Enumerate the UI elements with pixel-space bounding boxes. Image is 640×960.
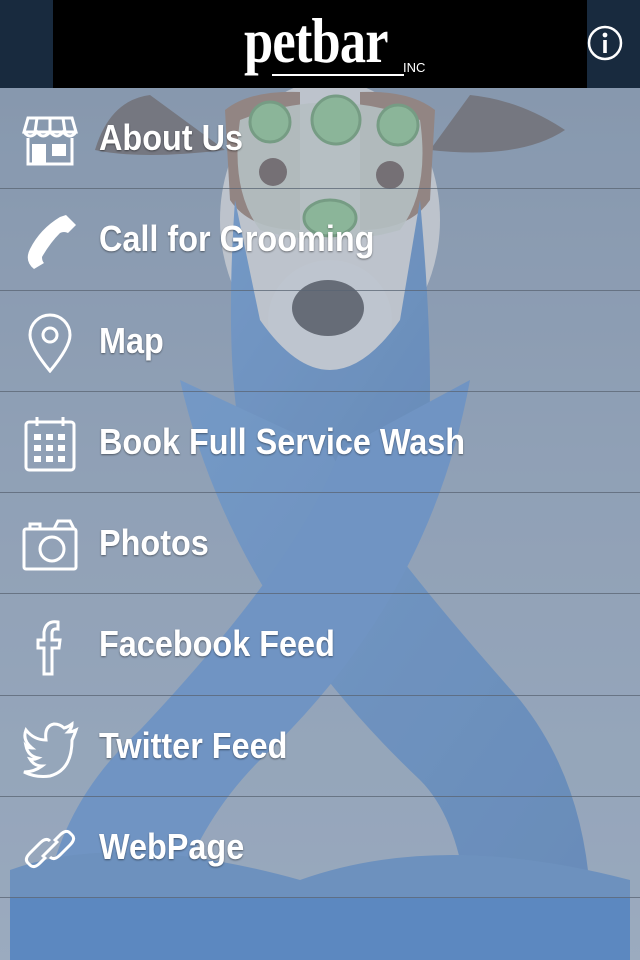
menu-item-label: Photos bbox=[99, 522, 209, 564]
logo-suffix: INC bbox=[403, 60, 426, 75]
calendar-icon bbox=[20, 414, 80, 474]
map-pin-icon bbox=[20, 313, 80, 373]
camera-icon bbox=[20, 515, 80, 575]
menu-item-facebook-feed[interactable]: Facebook Feed bbox=[0, 594, 640, 696]
logo-text: petbar bbox=[244, 5, 389, 76]
facebook-icon bbox=[20, 616, 80, 676]
header-left-panel bbox=[0, 0, 53, 88]
menu-item-call-for-grooming[interactable]: Call for Grooming bbox=[0, 189, 640, 291]
menu-item-about-us[interactable]: About Us bbox=[0, 88, 640, 190]
petbar-logo: petbar INC bbox=[244, 6, 434, 82]
menu-item-label: Twitter Feed bbox=[99, 724, 288, 766]
twitter-icon bbox=[20, 718, 80, 778]
logo-underline bbox=[272, 74, 404, 76]
menu-item-twitter-feed[interactable]: Twitter Feed bbox=[0, 695, 640, 798]
phone-icon bbox=[20, 211, 80, 271]
menu-item-book-full-service-wash[interactable]: Book Full Service Wash bbox=[0, 391, 640, 494]
menu-item-label: Call for Grooming bbox=[99, 218, 375, 260]
menu-item-label: WebPage bbox=[99, 826, 245, 868]
menu-item-label: Map bbox=[99, 319, 164, 361]
storefront-icon bbox=[20, 110, 80, 170]
info-circle-icon bbox=[587, 25, 623, 61]
menu-item-label: Facebook Feed bbox=[99, 623, 335, 665]
menu-item-photos[interactable]: Photos bbox=[0, 493, 640, 595]
menu-item-map[interactable]: Map bbox=[0, 290, 640, 392]
menu-item-label: About Us bbox=[99, 117, 243, 158]
app-header: petbar INC bbox=[0, 0, 640, 88]
info-button[interactable] bbox=[587, 25, 623, 61]
main-menu: About Us Call for Grooming Map Book Full… bbox=[0, 88, 640, 899]
menu-item-label: Book Full Service Wash bbox=[99, 420, 466, 462]
link-icon bbox=[20, 819, 80, 879]
menu-item-webpage[interactable]: WebPage bbox=[0, 797, 640, 899]
